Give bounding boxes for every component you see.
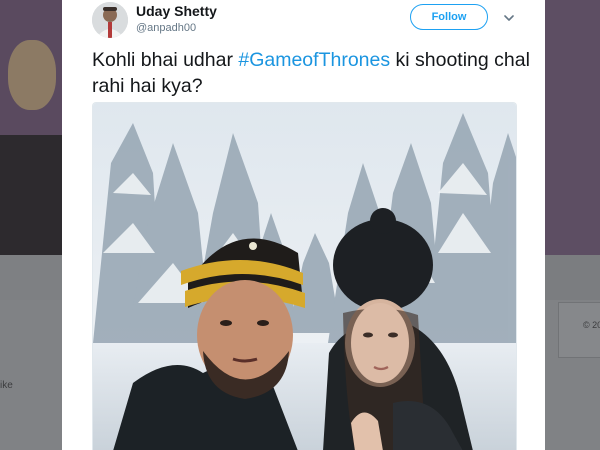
background-copyright: © 20	[583, 320, 600, 330]
avatar-image	[92, 2, 128, 38]
background-card-right	[545, 0, 600, 255]
background-gap	[0, 255, 62, 300]
chevron-down-icon[interactable]	[502, 11, 516, 25]
tweet-text: Kohli bhai udhar #GameofThrones ki shoot…	[92, 47, 532, 99]
author-handle[interactable]: @anpadh00	[136, 22, 196, 34]
photo-illustration	[93, 103, 516, 450]
background-figure	[8, 40, 56, 110]
background-panel-left	[0, 300, 62, 450]
background-text-left: ike	[0, 380, 13, 391]
author-name[interactable]: Uday Shetty	[136, 3, 217, 19]
avatar[interactable]	[92, 2, 128, 38]
hashtag-link[interactable]: #GameofThrones	[238, 49, 390, 71]
tweet-text-start: Kohli bhai udhar	[92, 49, 239, 71]
follow-button[interactable]: Follow	[410, 4, 488, 30]
background-figure-body	[0, 135, 62, 255]
background-footer-box	[558, 302, 600, 358]
tweet-card: Uday Shetty @anpadh00 Follow Kohli bhai …	[62, 0, 545, 450]
tweet-photo[interactable]	[92, 102, 517, 450]
background-card-left	[0, 0, 62, 255]
